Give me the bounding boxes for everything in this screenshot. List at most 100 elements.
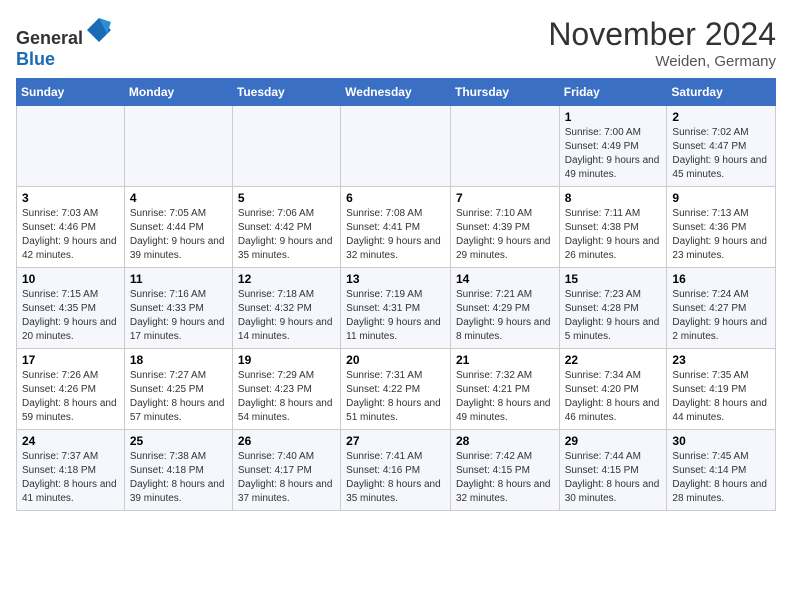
day-number: 23 [672, 353, 770, 367]
day-detail: Sunrise: 7:21 AM Sunset: 4:29 PM Dayligh… [456, 288, 554, 344]
day-detail: Sunrise: 7:23 AM Sunset: 4:28 PM Dayligh… [565, 288, 662, 344]
day-detail: Sunrise: 7:18 AM Sunset: 4:32 PM Dayligh… [238, 288, 335, 344]
day-detail: Sunrise: 7:24 AM Sunset: 4:27 PM Dayligh… [672, 288, 770, 344]
day-detail: Sunrise: 7:03 AM Sunset: 4:46 PM Dayligh… [22, 207, 119, 263]
day-number: 14 [456, 272, 554, 286]
day-detail: Sunrise: 7:31 AM Sunset: 4:22 PM Dayligh… [346, 369, 445, 425]
calendar-cell: 7Sunrise: 7:10 AM Sunset: 4:39 PM Daylig… [450, 187, 559, 268]
day-detail: Sunrise: 7:40 AM Sunset: 4:17 PM Dayligh… [238, 450, 335, 506]
day-number: 6 [346, 191, 445, 205]
header-day-thursday: Thursday [450, 79, 559, 106]
day-detail: Sunrise: 7:27 AM Sunset: 4:25 PM Dayligh… [130, 369, 227, 425]
calendar-cell [124, 106, 232, 187]
day-detail: Sunrise: 7:02 AM Sunset: 4:47 PM Dayligh… [672, 126, 770, 182]
day-number: 2 [672, 110, 770, 124]
calendar-cell: 14 Sunrise: 7:21 AM Sunset: 4:29 PM Dayli… [450, 268, 559, 349]
day-number: 15 [565, 272, 662, 286]
header-day-tuesday: Tuesday [232, 79, 340, 106]
header-day-saturday: Saturday [667, 79, 776, 106]
calendar-cell: 17 Sunrise: 7:26 AM Sunset: 4:26 PM Dayli… [17, 349, 125, 430]
day-detail: Sunrise: 7:38 AM Sunset: 4:18 PM Dayligh… [130, 450, 227, 506]
calendar-cell: 5Sunrise: 7:06 AM Sunset: 4:42 PM Daylig… [232, 187, 340, 268]
calendar-cell: 20 Sunrise: 7:31 AM Sunset: 4:22 PM Dayli… [341, 349, 451, 430]
day-detail: Sunrise: 7:42 AM Sunset: 4:15 PM Dayligh… [456, 450, 554, 506]
day-number: 4 [130, 191, 227, 205]
calendar-cell: 22Sunrise: 7:34 AM Sunset: 4:20 PM Dayli… [559, 349, 667, 430]
week-row-1: 1 Sunrise: 7:00 AM Sunset: 4:49 PM Daylig… [17, 106, 776, 187]
calendar-cell: 2 Sunrise: 7:02 AM Sunset: 4:47 PM Daylig… [667, 106, 776, 187]
day-number: 24 [22, 434, 119, 448]
calendar-cell: 26 Sunrise: 7:40 AM Sunset: 4:17 PM Dayli… [232, 430, 340, 511]
calendar-table: SundayMondayTuesdayWednesdayThursdayFrid… [16, 78, 776, 511]
logo-icon [85, 16, 113, 44]
calendar-header: SundayMondayTuesdayWednesdayThursdayFrid… [17, 79, 776, 106]
day-number: 12 [238, 272, 335, 286]
calendar-cell [450, 106, 559, 187]
day-number: 9 [672, 191, 770, 205]
header-row: SundayMondayTuesdayWednesdayThursdayFrid… [17, 79, 776, 106]
calendar-cell: 15 Sunrise: 7:23 AM Sunset: 4:28 PM Dayli… [559, 268, 667, 349]
day-number: 28 [456, 434, 554, 448]
calendar-cell: 16 Sunrise: 7:24 AM Sunset: 4:27 PM Dayli… [667, 268, 776, 349]
calendar-cell: 11 Sunrise: 7:16 AM Sunset: 4:33 PM Dayli… [124, 268, 232, 349]
day-number: 17 [22, 353, 119, 367]
day-detail: Sunrise: 7:10 AM Sunset: 4:39 PM Dayligh… [456, 207, 554, 263]
day-number: 21 [456, 353, 554, 367]
day-number: 1 [565, 110, 662, 124]
calendar-cell: 13Sunrise: 7:19 AM Sunset: 4:31 PM Dayli… [341, 268, 451, 349]
calendar-cell: 29Sunrise: 7:44 AM Sunset: 4:15 PM Dayli… [559, 430, 667, 511]
week-row-5: 24 Sunrise: 7:37 AM Sunset: 4:18 PM Dayli… [17, 430, 776, 511]
day-detail: Sunrise: 7:45 AM Sunset: 4:14 PM Dayligh… [672, 450, 770, 506]
calendar-cell: 21 Sunrise: 7:32 AM Sunset: 4:21 PM Dayli… [450, 349, 559, 430]
calendar-body: 1 Sunrise: 7:00 AM Sunset: 4:49 PM Daylig… [17, 106, 776, 511]
calendar-cell: 10 Sunrise: 7:15 AM Sunset: 4:35 PM Dayli… [17, 268, 125, 349]
header-day-friday: Friday [559, 79, 667, 106]
calendar-cell: 9Sunrise: 7:13 AM Sunset: 4:36 PM Daylig… [667, 187, 776, 268]
calendar-cell: 6 Sunrise: 7:08 AM Sunset: 4:41 PM Daylig… [341, 187, 451, 268]
day-detail: Sunrise: 7:15 AM Sunset: 4:35 PM Dayligh… [22, 288, 119, 344]
day-detail: Sunrise: 7:16 AM Sunset: 4:33 PM Dayligh… [130, 288, 227, 344]
calendar-cell: 3 Sunrise: 7:03 AM Sunset: 4:46 PM Daylig… [17, 187, 125, 268]
day-detail: Sunrise: 7:37 AM Sunset: 4:18 PM Dayligh… [22, 450, 119, 506]
day-number: 18 [130, 353, 227, 367]
day-number: 10 [22, 272, 119, 286]
calendar-cell: 28 Sunrise: 7:42 AM Sunset: 4:15 PM Dayli… [450, 430, 559, 511]
day-detail: Sunrise: 7:32 AM Sunset: 4:21 PM Dayligh… [456, 369, 554, 425]
location: Weiden, Germany [548, 53, 776, 70]
logo-general: General [16, 28, 83, 48]
day-detail: Sunrise: 7:41 AM Sunset: 4:16 PM Dayligh… [346, 450, 445, 506]
day-number: 20 [346, 353, 445, 367]
logo-blue: Blue [16, 49, 55, 69]
day-number: 16 [672, 272, 770, 286]
day-number: 3 [22, 191, 119, 205]
day-number: 26 [238, 434, 335, 448]
day-detail: Sunrise: 7:44 AM Sunset: 4:15 PM Dayligh… [565, 450, 662, 506]
day-number: 27 [346, 434, 445, 448]
day-number: 19 [238, 353, 335, 367]
calendar-cell: 25 Sunrise: 7:38 AM Sunset: 4:18 PM Dayli… [124, 430, 232, 511]
day-detail: Sunrise: 7:08 AM Sunset: 4:41 PM Dayligh… [346, 207, 445, 263]
logo: General Blue [16, 16, 113, 70]
header-day-wednesday: Wednesday [341, 79, 451, 106]
header-day-sunday: Sunday [17, 79, 125, 106]
page-header: General Blue November 2024 Weiden, Germa… [16, 16, 776, 70]
day-detail: Sunrise: 7:35 AM Sunset: 4:19 PM Dayligh… [672, 369, 770, 425]
calendar-cell [341, 106, 451, 187]
day-number: 11 [130, 272, 227, 286]
calendar-cell: 12 Sunrise: 7:18 AM Sunset: 4:32 PM Dayli… [232, 268, 340, 349]
week-row-4: 17 Sunrise: 7:26 AM Sunset: 4:26 PM Dayli… [17, 349, 776, 430]
calendar-cell: 27 Sunrise: 7:41 AM Sunset: 4:16 PM Dayli… [341, 430, 451, 511]
logo-text: General Blue [16, 16, 113, 70]
day-detail: Sunrise: 7:19 AM Sunset: 4:31 PM Dayligh… [346, 288, 445, 344]
calendar-cell: 23 Sunrise: 7:35 AM Sunset: 4:19 PM Dayli… [667, 349, 776, 430]
calendar-cell: 18 Sunrise: 7:27 AM Sunset: 4:25 PM Dayli… [124, 349, 232, 430]
day-detail: Sunrise: 7:00 AM Sunset: 4:49 PM Dayligh… [565, 126, 662, 182]
calendar-cell: 8Sunrise: 7:11 AM Sunset: 4:38 PM Daylig… [559, 187, 667, 268]
calendar-cell: 30Sunrise: 7:45 AM Sunset: 4:14 PM Dayli… [667, 430, 776, 511]
day-number: 8 [565, 191, 662, 205]
day-number: 22 [565, 353, 662, 367]
day-detail: Sunrise: 7:26 AM Sunset: 4:26 PM Dayligh… [22, 369, 119, 425]
day-number: 25 [130, 434, 227, 448]
calendar-cell: 24 Sunrise: 7:37 AM Sunset: 4:18 PM Dayli… [17, 430, 125, 511]
week-row-3: 10 Sunrise: 7:15 AM Sunset: 4:35 PM Dayli… [17, 268, 776, 349]
